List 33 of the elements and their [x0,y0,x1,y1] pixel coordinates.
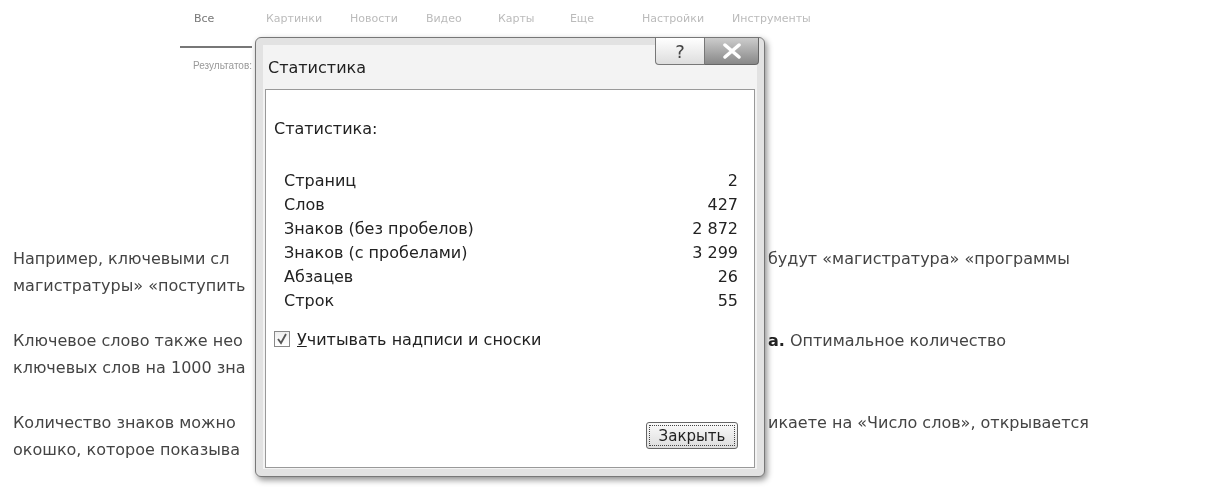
stat-value: 2 [727,170,738,190]
stat-label: Слов [284,194,325,214]
article-text: магистратуры» «поступить [13,276,246,295]
nav-tab[interactable]: Инструменты [718,12,825,48]
stat-label: Знаков (без пробелов) [284,218,474,238]
dialog-title: Статистика [268,58,366,77]
stat-value: 427 [707,194,738,214]
checkbox-label: Учитывать надписи и сноски [297,329,542,349]
article-text: Ключевое слово также нео [13,331,243,350]
article-text: окошко, которое показыва [13,440,241,459]
stat-label: Строк [284,290,335,310]
checkbox[interactable] [274,331,290,347]
article-text: Например, ключевыми сл [13,249,230,268]
stat-label: Абзацев [284,266,354,286]
article-text: Количество знаков можно [13,413,236,432]
stat-value: 3 299 [692,242,738,262]
stat-value: 26 [717,266,738,286]
close-button[interactable] [705,38,759,65]
nav-tab[interactable]: Все [180,12,252,48]
stat-value: 55 [717,290,738,310]
close-icon [720,43,743,59]
article-text: ключевых слов на 1000 зна [13,358,246,377]
article-text: икаете на «Число слов», открывается [768,413,1089,432]
check-icon [276,333,288,345]
stat-value: 2 872 [692,218,738,238]
stat-label: Страниц [284,170,357,190]
results-count: Результатов: [193,60,253,71]
close-dialog-button[interactable]: Закрыть [646,422,738,449]
section-label: Статистика: [274,119,379,140]
article-text: а. Оптимальное количество [768,331,1007,350]
article-text: будут «магистратура» «программы [768,249,1070,268]
stat-label: Знаков (с пробелами) [284,242,468,262]
help-button[interactable]: ? [655,38,705,65]
